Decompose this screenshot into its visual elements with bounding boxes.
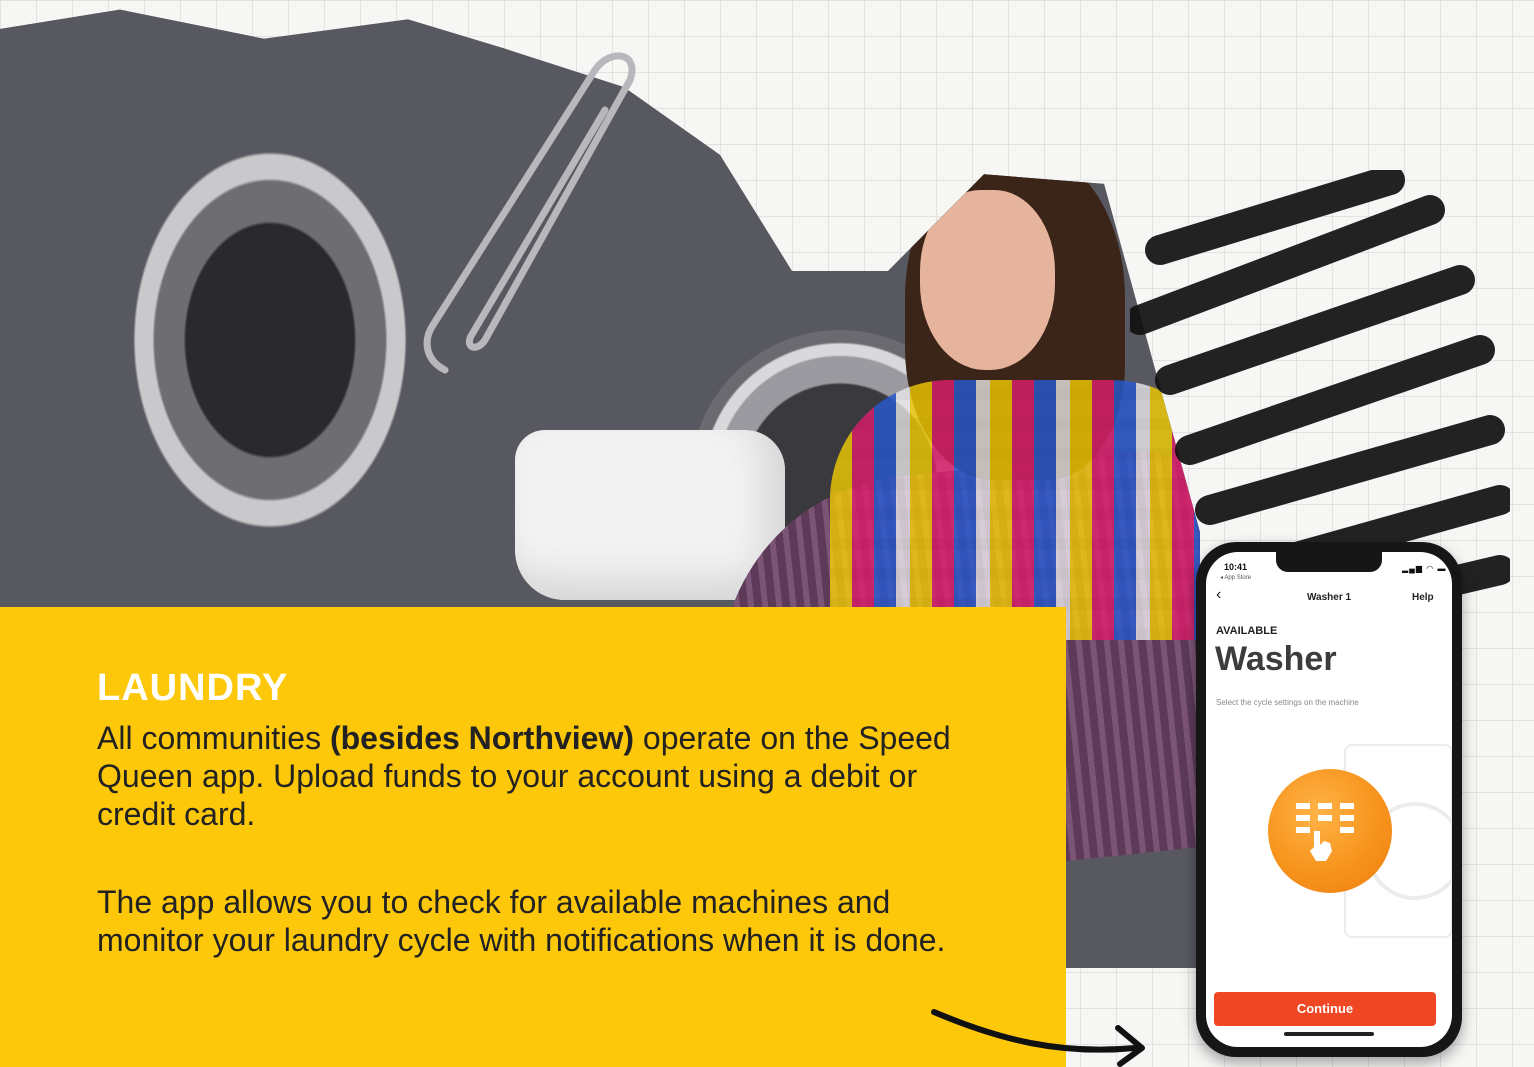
intro-text-bold: (besides Northview) — [329, 720, 635, 756]
app-screen: 10:41 ◂ App Store ▂▄▆ ◠ ▬ ‹ Washer 1 Hel… — [1206, 552, 1452, 1047]
section-title: LAUNDRY — [97, 667, 289, 709]
instruction-text: Select the cycle settings on the machine — [1216, 698, 1359, 707]
continue-button[interactable]: Continue — [1214, 992, 1436, 1026]
status-time: 10:41 — [1224, 562, 1248, 572]
towel — [515, 430, 785, 600]
signal-icon: ▂▄▆ — [1402, 564, 1423, 573]
help-link[interactable]: Help — [1412, 592, 1434, 603]
machine-name: Washer — [1215, 640, 1337, 678]
home-indicator — [1284, 1032, 1374, 1036]
paperclip-icon — [423, 52, 636, 374]
phone-notch — [1276, 552, 1382, 572]
intro-text-start: All communities — [97, 720, 330, 756]
app-features-paragraph: The app allows you to check for availabl… — [97, 884, 946, 958]
app-nav-bar: ‹ Washer 1 Help — [1206, 586, 1452, 608]
keypad-touch-icon — [1296, 803, 1354, 861]
wifi-icon: ◠ — [1426, 564, 1435, 573]
back-to-app-store[interactable]: ◂ App Store — [1220, 574, 1251, 581]
arrow-icon — [931, 1009, 1145, 1067]
status-icons: ▂▄▆ ◠ ▬ — [1402, 564, 1446, 573]
keypad-orb — [1268, 769, 1392, 893]
smartphone-mockup: 10:41 ◂ App Store ▂▄▆ ◠ ▬ ‹ Washer 1 Hel… — [1196, 542, 1462, 1057]
woman-face — [920, 190, 1055, 370]
battery-icon: ▬ — [1437, 564, 1447, 573]
status-label: AVAILABLE — [1216, 625, 1278, 637]
intro-paragraph: All communities (besides Northview) oper… — [97, 719, 997, 833]
